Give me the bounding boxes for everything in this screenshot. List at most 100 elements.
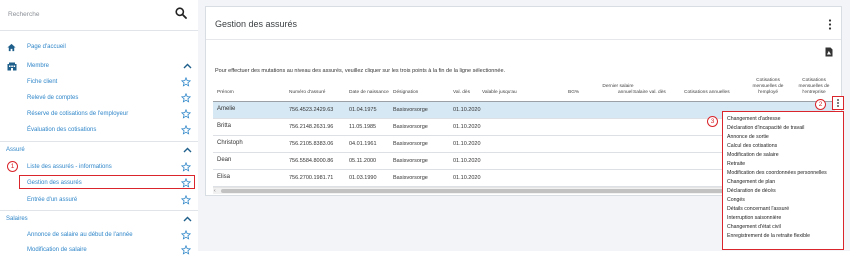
search-bar[interactable]: Recherche [0,0,198,31]
nav-entree-assure[interactable]: Entrée d'un assuré [0,194,198,208]
nav-insured-label: Assuré [6,147,25,153]
divider [0,141,198,142]
menu-item[interactable]: Calcul des cotisations [727,143,777,150]
title-divider [206,39,841,40]
search-icon[interactable] [175,7,187,19]
header-prenom[interactable]: Prénom [217,90,234,96]
chevron-up-icon[interactable] [183,216,192,222]
cell-naissance: 11.05.1985 [349,124,377,130]
cell-numero: 756.5584.8000.86 [289,158,334,164]
page-title: Gestion des assurés [215,19,298,29]
cell-naissance: 01.03.1990 [349,175,377,181]
sidebar: Recherche Page d'accueil Membre Fiche cl… [0,0,198,255]
cell-naissance: 01.04.1975 [349,107,377,113]
menu-item[interactable]: Détails concernant l'assuré [727,206,789,213]
cell-designation: Basisvorsorge [393,175,428,181]
cell-numero: 756.2700.1981.71 [289,175,334,181]
cell-designation: Basisvorsorge [393,124,428,130]
nav-reserve-cotisations[interactable]: Réserve de cotisations de l'employeur [0,108,198,122]
search-input[interactable]: Recherche [8,11,39,18]
cell-numero: 756.2148.2631.96 [289,124,334,130]
header-designation[interactable]: Désignation [393,90,418,96]
header-bg[interactable]: BG% [568,90,579,96]
header-salaire-val[interactable]: Salaire val. dès [633,90,666,96]
scroll-left-arrow[interactable]: ‹ [214,188,216,194]
cell-prenom: Britta [217,123,232,129]
star-icon[interactable] [181,230,191,240]
header-val-des[interactable]: Val. dès [453,90,470,96]
menu-item[interactable]: Déclaration de décès [727,188,776,195]
nav-home[interactable]: Page d'accueil [0,41,198,55]
nav-liste-assures[interactable]: Liste des assurés - informations [0,161,198,175]
menu-item[interactable]: Déclaration d'incapacité de travail [727,125,804,132]
star-icon[interactable] [181,109,191,119]
menu-item[interactable]: Changement d'adresse [727,116,780,123]
nav-salaries-label: Salaires [6,216,28,222]
annotation-2: 2 [815,99,826,110]
cell-prenom: Christoph [217,140,243,146]
star-icon[interactable] [181,178,191,188]
nav-item-label: Modification de salaire [27,247,87,253]
cell-designation: Basisvorsorge [393,158,428,164]
cell-prenom: Dean [217,157,232,163]
nav-item-label: Annonce de salaire au début de l'année [27,232,133,238]
home-icon [7,43,16,52]
row-actions-menu: Changement d'adresse Déclaration d'incap… [722,111,844,250]
nav-item-label: Fiche client [27,79,58,85]
nav-item-label: Gestion des assurés [27,180,82,186]
cell-naissance: 04.01.1961 [349,141,377,147]
cell-numero: 756.2105.8383.06 [289,141,334,147]
nav-item-label: Entrée d'un assuré [27,197,78,203]
nav-item-label: Relevé de comptes [27,95,79,101]
nav-item-label: Liste des assurés - informations [27,164,112,170]
pdf-icon[interactable] [825,47,833,57]
nav-section-salaries[interactable]: Salaires [0,213,198,227]
menu-item[interactable]: Modification des coordonnées personnelle… [727,170,827,177]
star-icon[interactable] [181,77,191,87]
nav-fiche-client[interactable]: Fiche client [0,76,198,90]
header-numero[interactable]: Numéro d'assuré [289,90,325,96]
nav-section-insured[interactable]: Assuré [0,144,198,158]
cell-val-des: 01.10.2020 [453,141,481,147]
nav-modification-salaire[interactable]: Modification de salaire [0,244,198,258]
nav-section-member[interactable]: Membre [0,60,198,74]
header-cot-employe-3: l'employé [757,90,779,95]
cell-val-des: 01.10.2020 [453,124,481,130]
star-icon[interactable] [181,162,191,172]
nav-item-label: Évaluation des cotisations [27,127,97,133]
menu-item[interactable]: Annonce de sortie [727,134,769,141]
menu-item[interactable]: Congés [727,197,745,204]
header-valable[interactable]: Valable jusqu'au [482,90,517,96]
cell-prenom: Amelie [217,106,236,112]
menu-item[interactable]: Retraite [727,161,745,168]
header-dernier-salaire-annuel: annuel [618,90,633,95]
star-icon[interactable] [181,93,191,103]
star-icon[interactable] [181,125,191,135]
nav-releve-comptes[interactable]: Relevé de comptes [0,92,198,106]
kebab-icon [837,99,839,107]
menu-item[interactable]: Enregistrement de la retraite flexible [727,233,810,240]
menu-item[interactable]: Changement d'état civil [727,224,781,231]
nav-gestion-assures[interactable]: Gestion des assurés [0,177,198,191]
star-icon[interactable] [181,245,191,255]
star-icon[interactable] [181,195,191,205]
nav-member-label: Membre [27,63,50,69]
header-cot-annuelles[interactable]: Cotisations annuelles [684,90,730,96]
member-icon [7,62,17,71]
chevron-up-icon[interactable] [183,63,192,69]
header-naissance[interactable]: Date de naissance [349,90,389,96]
cell-val-des: 01.10.2020 [453,175,481,181]
chevron-up-icon[interactable] [183,147,192,153]
menu-item[interactable]: Changement de plan [727,179,775,186]
cell-val-des: 01.10.2020 [453,158,481,164]
instruction-text: Pour effectuer des mutations au niveau d… [215,68,506,74]
cell-val-des: 01.10.2020 [453,107,481,113]
kebab-icon[interactable] [828,19,832,30]
row-actions-button[interactable] [832,96,844,110]
menu-item[interactable]: Modification de salaire [727,152,779,159]
nav-home-label: Page d'accueil [27,44,66,50]
menu-item[interactable]: Interruption saisonnière [727,215,781,222]
header-cot-entreprise-3: l'entreprise [802,90,826,95]
nav-annonce-salaire[interactable]: Annonce de salaire au début de l'année [0,229,198,243]
nav-evaluation-cotisations[interactable]: Évaluation des cotisations [0,124,198,138]
